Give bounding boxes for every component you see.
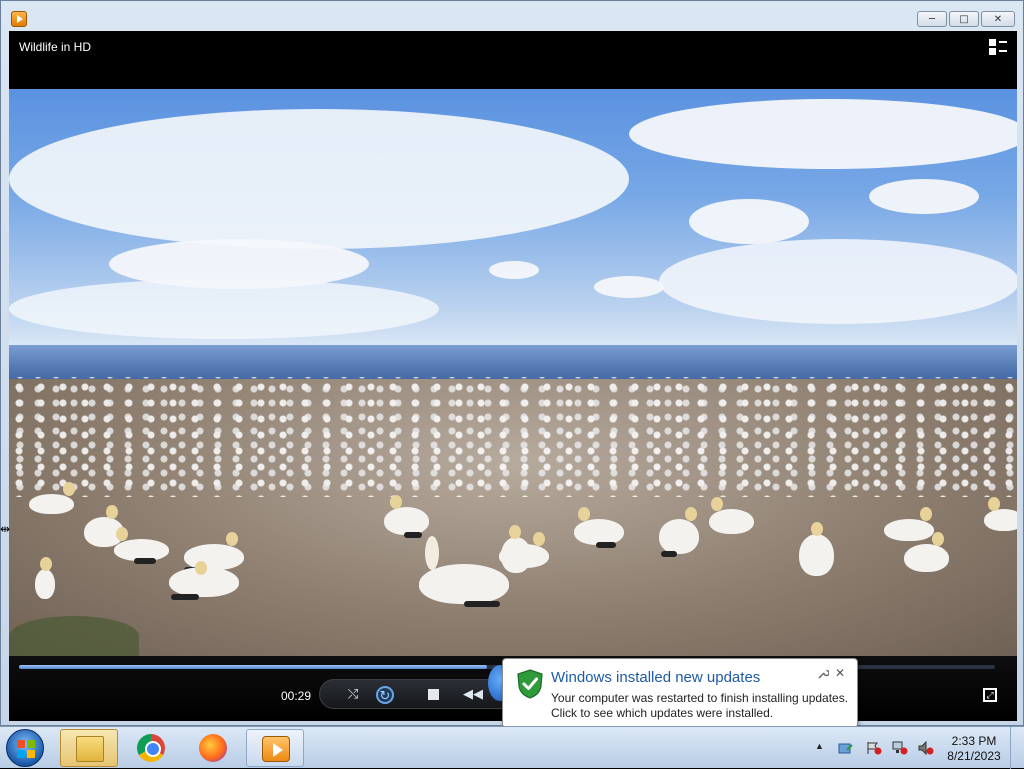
current-time: 00:29 bbox=[281, 689, 312, 703]
notification-close-button[interactable]: ✕ bbox=[835, 666, 847, 680]
seek-progress bbox=[19, 665, 488, 669]
repeat-icon[interactable]: ↻ bbox=[376, 686, 394, 704]
firefox-icon bbox=[199, 734, 227, 762]
video-grass bbox=[9, 616, 139, 656]
clock-time: 2:33 PM bbox=[951, 734, 997, 748]
volume-muted-icon[interactable] bbox=[918, 741, 934, 755]
close-button[interactable]: ✕ bbox=[981, 11, 1015, 27]
fullscreen-icon[interactable]: ⤢ bbox=[983, 688, 997, 702]
notification-line-2: Click to see which updates were installe… bbox=[551, 706, 774, 720]
window-controls: ─ □ ✕ bbox=[917, 11, 1015, 27]
action-center-flag-icon[interactable] bbox=[866, 741, 882, 755]
title-bar[interactable]: ─ □ ✕ bbox=[1, 1, 1023, 31]
media-title: Wildlife in HD bbox=[19, 40, 92, 54]
notification-title: Windows installed new updates bbox=[551, 669, 761, 686]
switch-to-library-icon[interactable] bbox=[989, 39, 1007, 55]
media-player-icon[interactable] bbox=[11, 11, 27, 27]
player-area: Wildlife in HD 00:29 ⤭ ↻ ◀◀ ⤢ bbox=[9, 31, 1017, 721]
taskbar-item-chrome[interactable] bbox=[122, 729, 180, 767]
taskbar-item-firefox[interactable] bbox=[184, 729, 242, 767]
network-icon[interactable] bbox=[892, 741, 908, 755]
start-button[interactable] bbox=[6, 729, 44, 767]
show-desktop-button[interactable] bbox=[1010, 727, 1024, 769]
shuffle-icon[interactable]: ⤭ bbox=[344, 686, 362, 704]
clock-date: 8/21/2023 bbox=[947, 749, 1001, 763]
windows-update-tray-icon[interactable] bbox=[838, 741, 854, 755]
stop-button[interactable] bbox=[428, 689, 439, 700]
update-notification[interactable]: Windows installed new updates Your compu… bbox=[502, 658, 858, 739]
bird-colony bbox=[9, 377, 1017, 497]
taskbar-item-explorer[interactable] bbox=[60, 729, 118, 767]
maximize-button[interactable]: □ bbox=[949, 11, 979, 27]
shield-check-icon bbox=[517, 669, 543, 699]
folder-icon bbox=[76, 736, 104, 762]
notification-line-1: Your computer was restarted to finish in… bbox=[551, 691, 849, 705]
options-wrench-icon[interactable] bbox=[817, 668, 830, 680]
system-clock[interactable]: 2:33 PM 8/21/2023 bbox=[944, 734, 1004, 764]
media-player-icon bbox=[262, 736, 290, 762]
chrome-icon bbox=[137, 734, 165, 762]
previous-button[interactable]: ◀◀ bbox=[460, 686, 486, 704]
resize-cursor-icon: ⇹ bbox=[0, 522, 11, 536]
taskbar: ▲ 2:33 PM 8/21/2023 bbox=[0, 726, 1024, 769]
video-frame[interactable] bbox=[9, 89, 1017, 656]
minimize-button[interactable]: ─ bbox=[917, 11, 947, 27]
media-player-window: ─ □ ✕ Wildlife in HD 00:29 ⤭ ↻ ◀◀ ⤢ bbox=[0, 0, 1024, 726]
taskbar-item-media-player[interactable] bbox=[246, 729, 304, 767]
windows-logo-icon bbox=[17, 740, 35, 758]
show-hidden-icons-button[interactable]: ▲ bbox=[815, 741, 824, 751]
